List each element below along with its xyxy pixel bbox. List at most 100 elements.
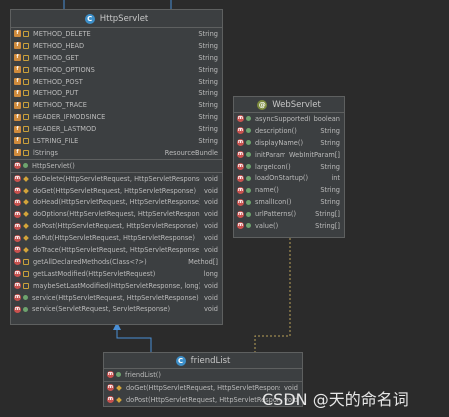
member-type: WebInitParam[]: [289, 150, 340, 159]
visibility-icon: [23, 163, 28, 169]
member-name: value(): [255, 221, 279, 230]
method-icon: m: [237, 198, 244, 206]
method-row[interactable]: m doOptions(HttpServletRequest, HttpServl…: [11, 208, 222, 220]
visibility-icon: [246, 152, 251, 158]
member-name: METHOD_OPTIONS: [33, 65, 95, 74]
visibility-icon: [23, 187, 29, 194]
inheritance-line: [116, 327, 152, 352]
field-icon: f: [14, 30, 21, 38]
visibility-icon: [23, 295, 28, 301]
method-row[interactable]: m doHead(HttpServletRequest, HttpServletR…: [11, 196, 222, 208]
method-icon: m: [14, 187, 21, 195]
visibility-icon: [23, 126, 29, 133]
field-row[interactable]: f METHOD_GET String: [11, 52, 222, 64]
member-name: METHOD_TRACE: [33, 101, 87, 110]
member-name: service(HttpServletRequest, HttpServletR…: [32, 293, 199, 302]
method-row[interactable]: m initParams()WebInitParam[]: [234, 149, 344, 161]
method-row[interactable]: m friendList(): [104, 369, 302, 381]
method-row[interactable]: m getLastModified(HttpServletRequest) long: [11, 268, 222, 280]
member-name: getLastModified(HttpServletRequest): [33, 269, 156, 278]
visibility-icon: [23, 235, 29, 241]
field-row[interactable]: f METHOD_TRACE String: [11, 99, 222, 111]
method-icon: m: [237, 115, 244, 123]
method-row[interactable]: m doDelete(HttpServletRequest, HttpServle…: [11, 173, 222, 185]
field-row[interactable]: f LSTRING_FILE String: [11, 135, 222, 147]
field-icon: f: [14, 89, 21, 97]
method-row[interactable]: m displayName() String: [234, 137, 344, 149]
methods-section: m doDelete(HttpServletRequest, HttpServle…: [11, 171, 222, 316]
field-row[interactable]: f METHOD_PUT String: [11, 87, 222, 99]
visibility-icon: [23, 149, 29, 156]
method-row[interactable]: m description() String: [234, 125, 344, 137]
class-title: friendList: [190, 355, 231, 366]
member-name: HttpServlet(): [32, 161, 75, 170]
member-type: void: [204, 245, 218, 254]
field-icon: f: [14, 113, 21, 121]
visibility-icon: [116, 372, 121, 378]
method-row[interactable]: m urlPatterns() String[]: [234, 208, 344, 220]
method-row[interactable]: m value() String[]: [234, 220, 344, 232]
annotation-icon: @: [257, 99, 268, 110]
method-row[interactable]: m service(ServletRequest, ServletResponse…: [11, 303, 222, 315]
method-row[interactable]: m largeIcon() String: [234, 161, 344, 173]
member-type: String: [198, 41, 218, 50]
visibility-icon: [246, 175, 251, 181]
member-type: void: [204, 198, 218, 207]
fields-section: f METHOD_DELETE String f METHOD_HEAD String f M…: [11, 28, 222, 159]
field-row[interactable]: f HEADER_IFMODSINCE String: [11, 111, 222, 123]
method-row[interactable]: m name() String: [234, 184, 344, 196]
field-row[interactable]: f METHOD_POST String: [11, 76, 222, 88]
field-icon: f: [14, 78, 21, 85]
field-row[interactable]: f HEADER_LASTMOD String: [11, 123, 222, 135]
visibility-icon: [246, 223, 251, 229]
method-icon: m: [237, 163, 244, 170]
member-name: smallIcon(): [255, 198, 292, 207]
method-row[interactable]: m maybeSetLastModified(HttpServletRespons…: [11, 280, 222, 292]
member-type: String: [320, 138, 340, 147]
visibility-icon: [23, 223, 29, 230]
visibility-icon: [116, 384, 122, 391]
class-box-webservlet[interactable]: @ WebServlet m asyncSupported() boolean m de…: [233, 96, 345, 238]
field-row[interactable]: f METHOD_DELETE String: [11, 28, 222, 40]
member-type: String: [198, 89, 218, 98]
member-name: doOptions(HttpServletRequest, HttpServle…: [33, 210, 201, 219]
method-row[interactable]: m HttpServlet(): [11, 160, 222, 172]
field-row[interactable]: f METHOD_OPTIONS String: [11, 64, 222, 76]
member-name: maybeSetLastModified(HttpServletResponse…: [33, 281, 201, 290]
method-icon: m: [237, 186, 244, 194]
member-type: void: [204, 186, 218, 195]
method-row[interactable]: m smallIcon() String: [234, 196, 344, 208]
visibility-icon: [23, 30, 29, 37]
member-name: getAllDeclaredMethods(Class<?>): [33, 257, 147, 266]
member-name: doDelete(HttpServletRequest, HttpServlet…: [33, 174, 201, 183]
visibility-icon: [23, 54, 29, 61]
method-icon: m: [14, 258, 21, 266]
method-row[interactable]: m doPut(HttpServletRequest, HttpServletRe…: [11, 232, 222, 244]
method-icon: m: [14, 162, 21, 170]
member-name: name(): [255, 186, 279, 195]
member-name: METHOD_HEAD: [33, 41, 85, 50]
watermark: CSDN @天的命名词: [262, 390, 409, 409]
method-row[interactable]: m doPost(HttpServletRequest, HttpServletR…: [11, 220, 222, 232]
member-name: lStrings: [33, 148, 58, 157]
class-c-icon: C: [175, 355, 186, 366]
method-row[interactable]: m loadOnStartup() int: [234, 172, 344, 184]
class-header: C HttpServlet: [11, 10, 222, 28]
method-row[interactable]: m doTrace(HttpServletRequest, HttpServlet…: [11, 244, 222, 256]
method-row[interactable]: m doGet(HttpServletRequest, HttpServletRe…: [11, 185, 222, 197]
method-icon: m: [14, 282, 21, 290]
field-row[interactable]: f METHOD_HEAD String: [11, 40, 222, 52]
visibility-icon: [23, 114, 29, 121]
member-type: String: [198, 53, 218, 62]
class-box-httpservlet[interactable]: C HttpServlet f METHOD_DELETE String f METHO…: [10, 9, 223, 325]
method-row[interactable]: m service(HttpServletRequest, HttpServlet…: [11, 292, 222, 304]
field-icon: f: [14, 66, 21, 74]
member-name: METHOD_POST: [33, 77, 83, 86]
field-row[interactable]: f lStrings ResourceBundle: [11, 147, 222, 159]
method-row[interactable]: m getAllDeclaredMethods(Class<?>) Method[]: [11, 256, 222, 268]
method-icon: m: [14, 198, 21, 206]
field-icon: f: [14, 101, 21, 109]
member-name: LSTRING_FILE: [33, 136, 79, 145]
member-name: HEADER_LASTMOD: [33, 125, 97, 134]
method-row[interactable]: m asyncSupported() boolean: [234, 113, 344, 125]
